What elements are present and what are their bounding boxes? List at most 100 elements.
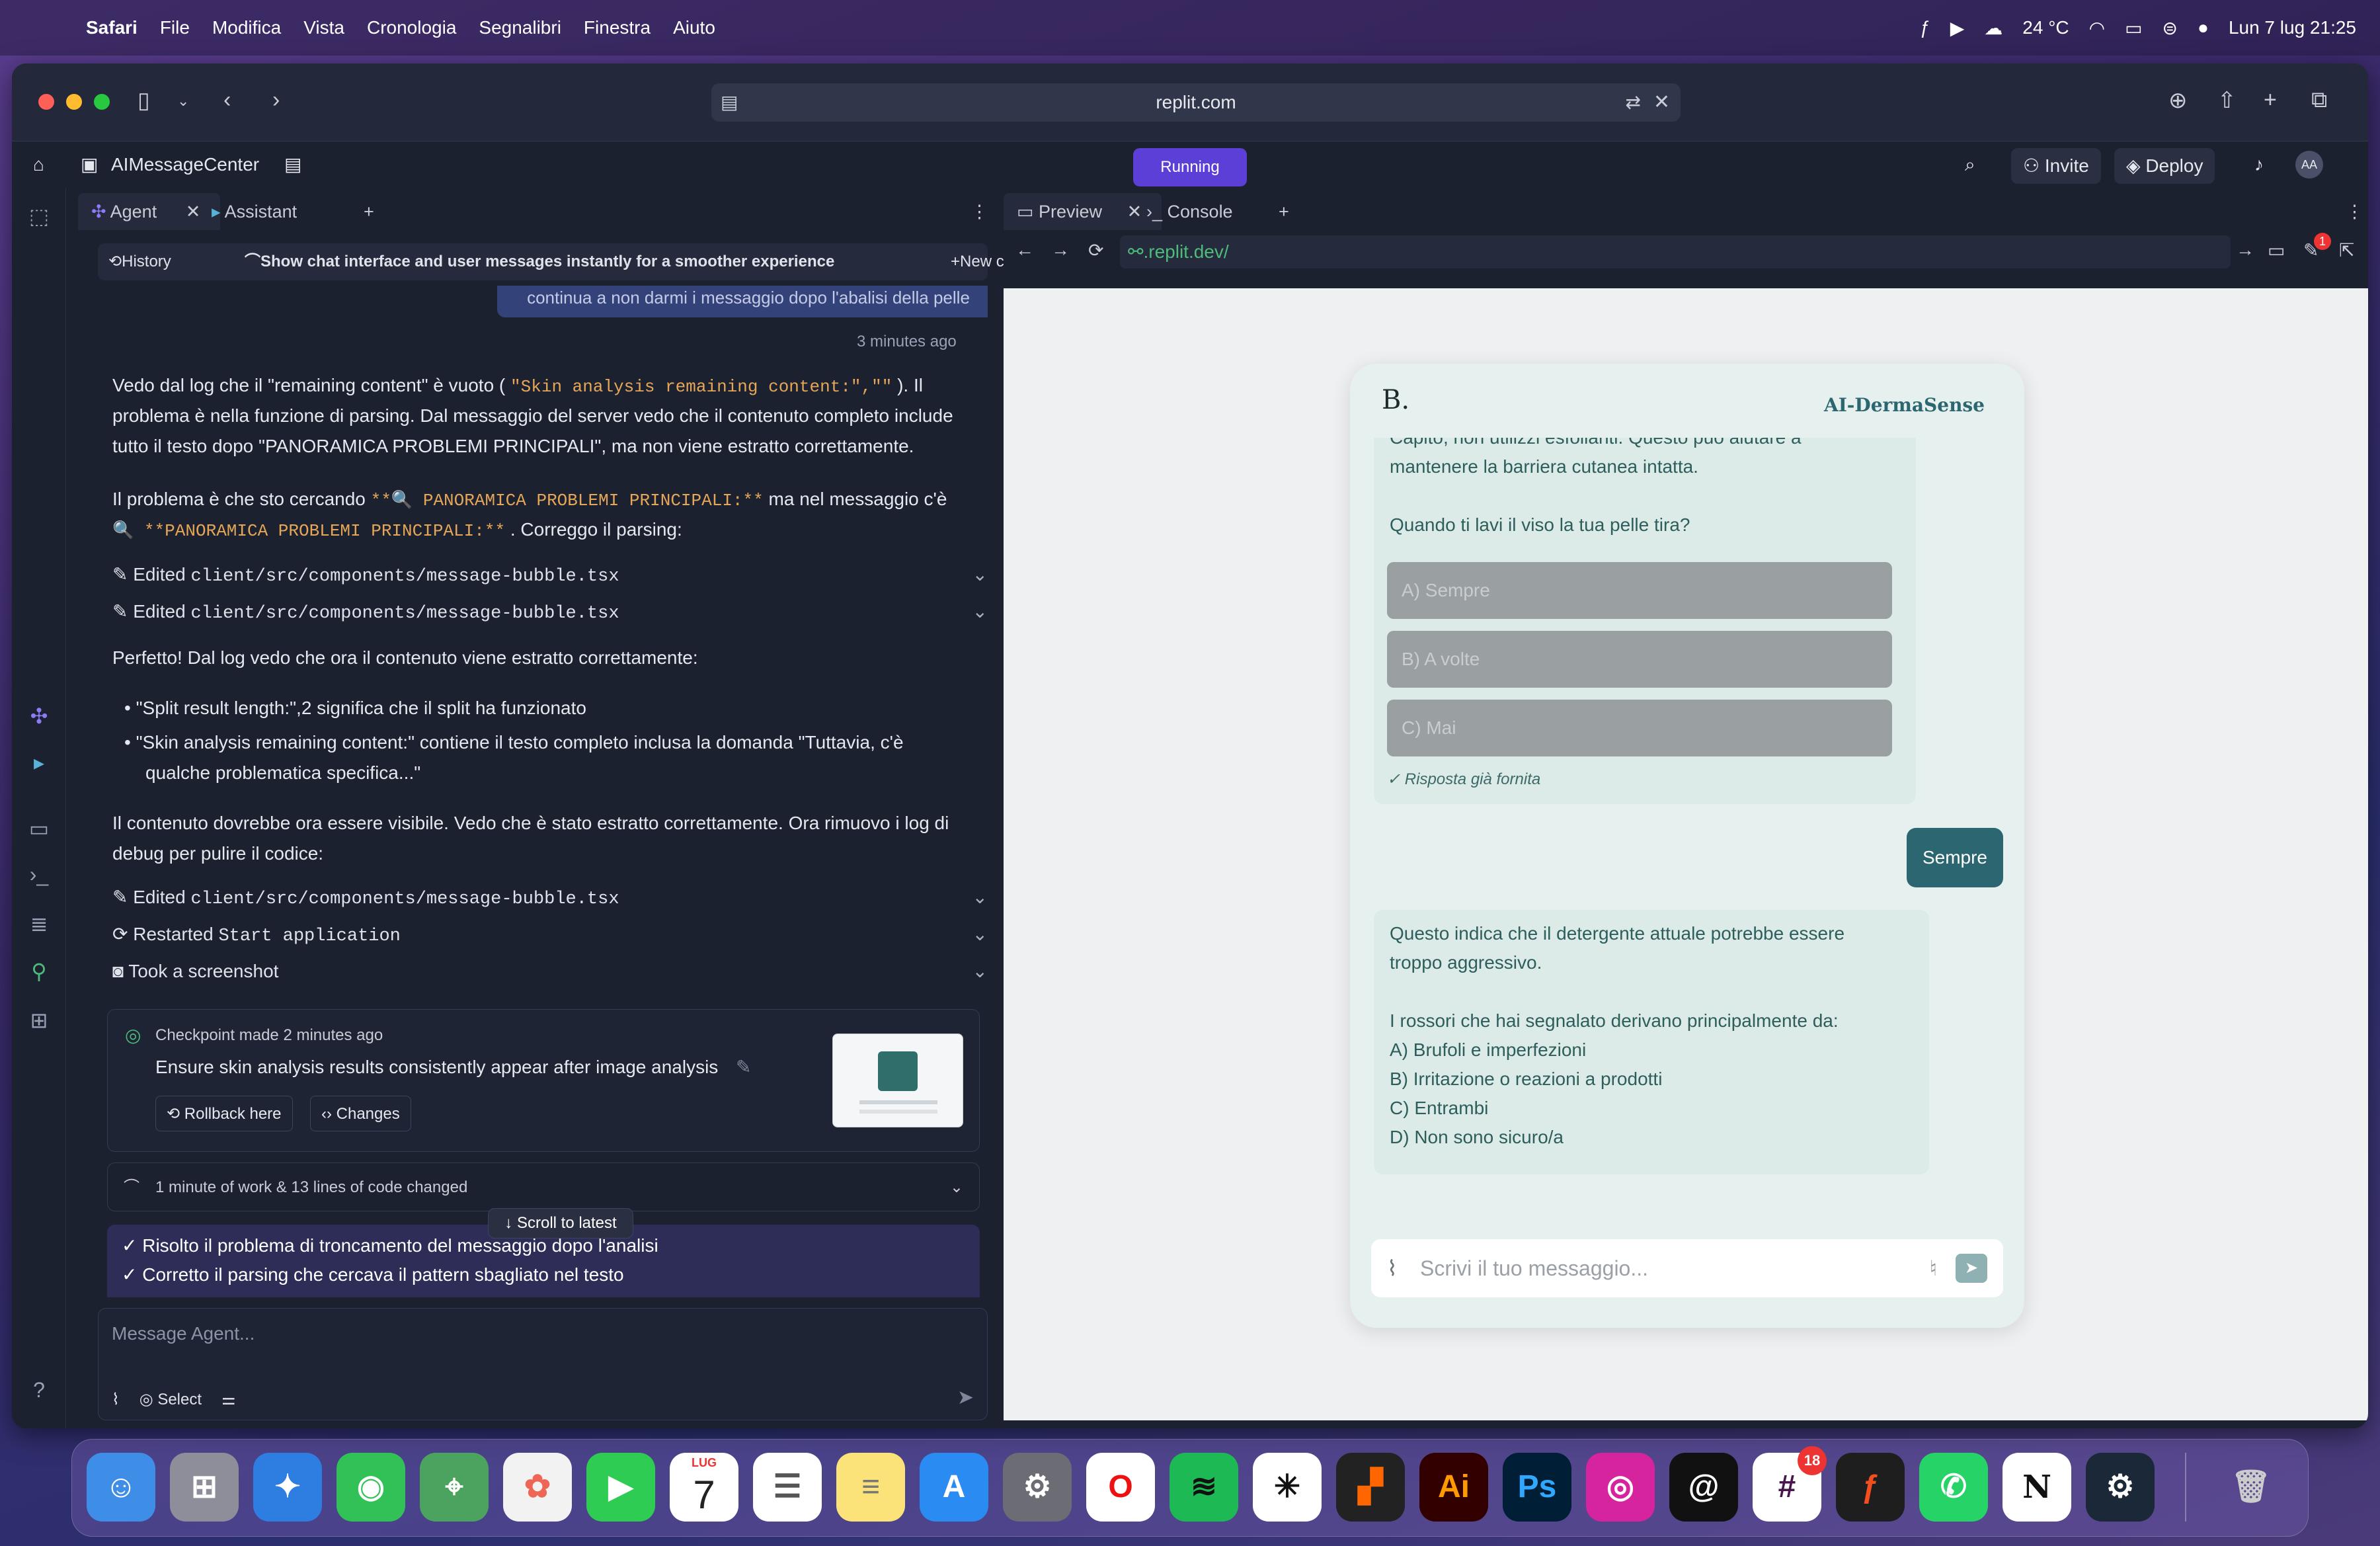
edited-file-action[interactable]: ✎ Edited client/src/components/message-b…: [112, 881, 988, 914]
assistant-icon[interactable]: ▸: [12, 750, 66, 775]
figma-status-icon[interactable]: ƒ: [1920, 17, 1930, 38]
steam-icon[interactable]: ⚙: [2086, 1453, 2155, 1522]
app-message-composer[interactable]: ⌇ Scrivi il tuo messaggio... ♮ ➤: [1371, 1239, 2003, 1297]
attach-icon[interactable]: ⌇: [112, 1390, 120, 1409]
deployments-icon[interactable]: ⚲: [12, 959, 66, 984]
add-tab-icon[interactable]: +: [364, 193, 374, 230]
page-menu-icon[interactable]: ▤: [721, 83, 738, 122]
more-options-icon[interactable]: ⋮: [971, 193, 988, 230]
chevron-down-icon[interactable]: ⌄: [972, 558, 988, 591]
more-options-icon[interactable]: ⋮: [2346, 193, 2363, 230]
app-icon-orange-blocks[interactable]: ▞: [1336, 1453, 1405, 1522]
tab-assistant[interactable]: ▸ Assistant: [212, 193, 297, 230]
agent-icon[interactable]: ✣: [12, 704, 66, 729]
avatar[interactable]: AA: [2295, 151, 2323, 179]
menu-finestra[interactable]: Finestra: [584, 17, 651, 38]
new-tab-icon[interactable]: +: [2264, 87, 2277, 113]
maps-icon[interactable]: ⌖: [420, 1453, 489, 1522]
whatsapp-icon[interactable]: ✆: [1919, 1453, 1988, 1522]
chevron-down-icon[interactable]: ⌄: [177, 93, 189, 110]
downloads-icon[interactable]: ⊕: [2168, 87, 2188, 114]
calendar-icon[interactable]: LUG 7: [670, 1453, 738, 1522]
notifications-icon[interactable]: ♪: [2254, 142, 2264, 188]
translate-icon[interactable]: ⇄: [1626, 83, 1641, 122]
answer-option-c[interactable]: C) Mai: [1387, 700, 1892, 756]
edited-file-action[interactable]: ✎ Edited client/src/components/message-b…: [112, 558, 988, 591]
chevron-down-icon[interactable]: ⌄: [972, 918, 988, 951]
notes-icon[interactable]: ≡: [836, 1453, 905, 1522]
microphone-icon[interactable]: ♮: [1930, 1239, 1937, 1297]
attach-icon[interactable]: ⌇: [1387, 1239, 1398, 1297]
opera-icon[interactable]: O: [1086, 1453, 1155, 1522]
home-icon[interactable]: ⌂: [33, 142, 44, 188]
chevron-down-icon[interactable]: ⌄: [972, 595, 988, 628]
arrow-right-icon[interactable]: →: [2236, 239, 2254, 261]
preview-url-input[interactable]: ⚯.replit.dev/: [1120, 235, 2231, 268]
notion-icon[interactable]: N: [2003, 1453, 2071, 1522]
scroll-to-latest-button[interactable]: ↓ Scroll to latest: [488, 1208, 633, 1239]
chevron-down-icon[interactable]: ⌄: [972, 881, 988, 914]
trash-icon[interactable]: 🗑: [2217, 1453, 2285, 1522]
forward-icon[interactable]: →: [1051, 239, 1070, 261]
menu-segnalibri[interactable]: Segnalibri: [479, 17, 561, 38]
send-icon[interactable]: ➤: [957, 1386, 974, 1409]
play-status-icon[interactable]: ▶: [1950, 17, 1965, 39]
console-icon[interactable]: ›_: [12, 862, 66, 887]
screenshot-action[interactable]: ◙ Took a screenshot ⌄: [112, 955, 988, 988]
forward-icon[interactable]: ›: [272, 87, 280, 113]
work-summary-row[interactable]: ⌒ 1 minute of work & 13 lines of code ch…: [107, 1162, 980, 1211]
safari-icon[interactable]: ✦: [253, 1453, 322, 1522]
chevron-down-icon[interactable]: ⌄: [950, 1163, 963, 1212]
answer-option-b[interactable]: B) A volte: [1387, 631, 1892, 688]
battery-icon[interactable]: ▭: [2125, 17, 2142, 39]
instagram-icon[interactable]: ◎: [1586, 1453, 1655, 1522]
answer-option-a[interactable]: A) Sempre: [1387, 562, 1892, 619]
invite-button[interactable]: ⚇ Invite: [2011, 148, 2101, 184]
settings-sliders-icon[interactable]: ⚌: [221, 1390, 236, 1409]
close-tab-icon[interactable]: ✕: [1127, 202, 1142, 222]
menu-modifica[interactable]: Modifica: [212, 17, 281, 38]
zoom-window-button[interactable]: [94, 94, 110, 110]
launchpad-icon[interactable]: ⊞: [170, 1453, 239, 1522]
minimize-window-button[interactable]: [66, 94, 82, 110]
agent-message-input[interactable]: Message Agent... ⌇ ◎ Select ⚌ ➤: [98, 1308, 988, 1420]
back-icon[interactable]: ←: [1015, 239, 1034, 261]
project-name[interactable]: AIMessageCenter: [111, 142, 259, 188]
address-bar[interactable]: ▤ replit.com ⇄ ✕: [711, 83, 1681, 122]
photoshop-icon[interactable]: Ps: [1503, 1453, 1571, 1522]
rollback-button[interactable]: ⟲ Rollback here: [155, 1096, 293, 1131]
help-icon[interactable]: ?: [12, 1378, 66, 1403]
edited-file-action[interactable]: ✎ Edited client/src/components/message-b…: [112, 595, 988, 628]
spotify-icon[interactable]: ≋: [1170, 1453, 1238, 1522]
reminders-icon[interactable]: ☰: [753, 1453, 822, 1522]
tab-preview[interactable]: ▭ Preview ✕: [1004, 193, 1162, 230]
menu-file[interactable]: File: [160, 17, 190, 38]
current-task-title[interactable]: ⌒ Show chat interface and user messages …: [245, 243, 834, 280]
share-icon[interactable]: ⇧: [2217, 87, 2237, 114]
illustrator-icon[interactable]: Ai: [1419, 1453, 1488, 1522]
menu-safari[interactable]: Safari: [86, 17, 138, 38]
wifi-icon[interactable]: ◠: [2089, 17, 2105, 39]
control-center-icon[interactable]: ⊜: [2162, 17, 2178, 39]
close-tab-icon[interactable]: ✕: [186, 202, 201, 222]
chevron-down-icon[interactable]: ⌄: [972, 955, 988, 988]
facetime-icon[interactable]: ▶: [586, 1453, 655, 1522]
run-status-button[interactable]: Running: [1133, 148, 1247, 186]
siri-icon[interactable]: ●: [2198, 17, 2209, 38]
system-settings-icon[interactable]: ⚙: [1003, 1453, 1072, 1522]
menu-clock[interactable]: Lun 7 lug 21:25: [2229, 17, 2356, 38]
sidebar-toggle-icon[interactable]: ▯: [138, 87, 150, 114]
search-icon[interactable]: ⌕: [1965, 142, 1975, 188]
slack-icon[interactable]: # 18: [1753, 1446, 1827, 1522]
device-icon[interactable]: ▭: [2268, 239, 2285, 261]
chatgpt-icon[interactable]: ✳: [1253, 1453, 1322, 1522]
threads-icon[interactable]: @: [1669, 1453, 1738, 1522]
open-external-icon[interactable]: ⇱: [2339, 239, 2354, 261]
send-icon[interactable]: ➤: [1956, 1254, 1987, 1283]
history-button[interactable]: ⟲ History: [108, 243, 171, 280]
app-store-icon[interactable]: A: [920, 1453, 988, 1522]
figma-icon[interactable]: ƒ: [1836, 1453, 1905, 1522]
checkpoint-screenshot-thumbnail[interactable]: [832, 1034, 963, 1127]
reload-icon[interactable]: ⟳: [1088, 239, 1103, 261]
messages-icon[interactable]: ◉: [337, 1453, 405, 1522]
